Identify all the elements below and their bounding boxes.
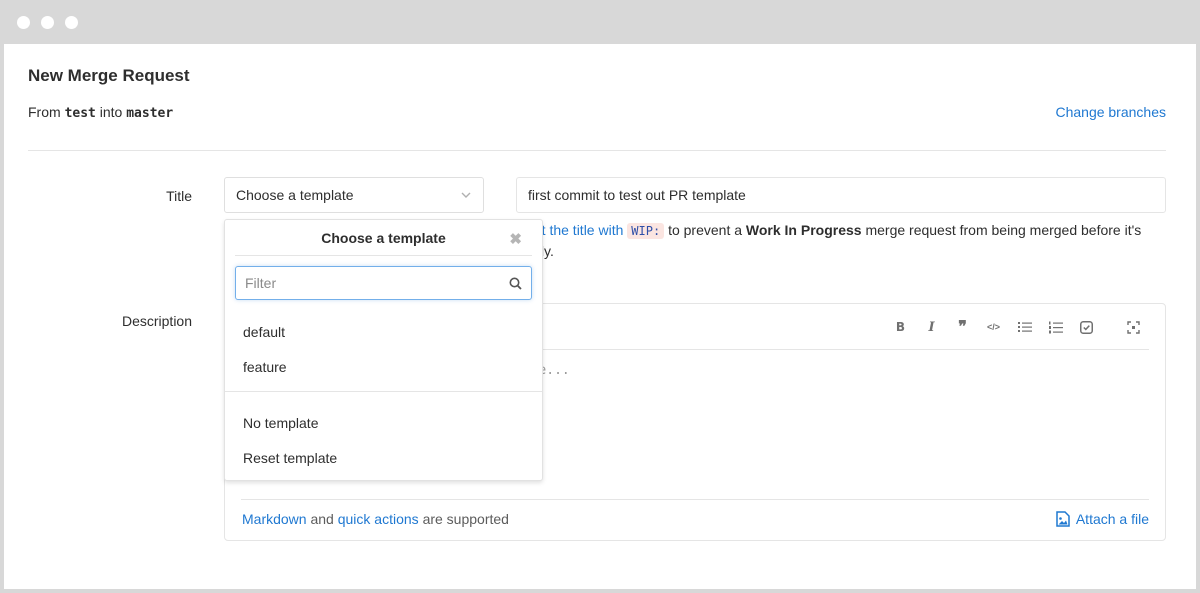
search-icon [509, 277, 522, 290]
close-icon[interactable]: ✖ [509, 230, 522, 248]
dropdown-separator [225, 391, 542, 392]
dropdown-header-divider [235, 255, 532, 256]
window-titlebar [0, 0, 1200, 44]
italic-icon[interactable]: I [916, 318, 947, 336]
template-select-value: Choose a template [236, 187, 354, 203]
file-image-icon [1056, 511, 1070, 527]
attach-file-label: Attach a file [1075, 511, 1149, 527]
and-text: and [310, 511, 334, 527]
bullet-list-icon[interactable] [1009, 318, 1040, 336]
quick-actions-link[interactable]: quick actions [338, 511, 419, 527]
change-branches-link[interactable]: Change branches [1055, 104, 1166, 120]
template-option-default[interactable]: default [225, 316, 542, 350]
footer-divider [241, 499, 1149, 500]
dropdown-title: Choose a template [321, 230, 446, 246]
markdown-toolbar: B I ❞ </> [885, 318, 1149, 336]
from-label: From [28, 104, 61, 120]
markdown-link[interactable]: Markdown [242, 511, 307, 527]
attach-file-button[interactable]: Attach a file [1056, 511, 1149, 527]
filter-input[interactable] [235, 266, 532, 300]
page-content: New Merge Request From test into master … [4, 44, 1196, 589]
no-template-option[interactable]: No template [225, 407, 542, 441]
target-branch: master [126, 106, 174, 121]
reset-template-option[interactable]: Reset template [225, 442, 542, 476]
window-close-dot[interactable] [17, 16, 30, 29]
source-branch: test [64, 106, 96, 121]
wip-hint: Start the title with WIP: to prevent a W… [516, 220, 1166, 261]
wip-code: WIP: [627, 223, 665, 239]
supported-text: are supported [422, 511, 509, 527]
fullscreen-icon[interactable] [1118, 318, 1149, 336]
title-input[interactable] [516, 177, 1166, 213]
quote-icon[interactable]: ❞ [947, 318, 978, 336]
page-title: New Merge Request [28, 66, 190, 85]
into-label: into [99, 104, 123, 120]
code-icon[interactable]: </> [978, 318, 1009, 336]
template-select[interactable]: Choose a template [224, 177, 484, 213]
window-maximize-dot[interactable] [65, 16, 78, 29]
chevron-down-icon [461, 192, 471, 198]
wip-hint-text: to prevent a [668, 222, 743, 238]
template-option-feature[interactable]: feature [225, 351, 542, 385]
wip-hint-bold: Work In Progress [745, 222, 862, 238]
branch-info: From test into master [28, 104, 173, 121]
title-label: Title [166, 188, 192, 204]
editor-footer: Markdown and quick actions are supported… [242, 511, 1149, 527]
template-dropdown-menu: Choose a template ✖ default feature No t… [224, 219, 543, 481]
window-minimize-dot[interactable] [41, 16, 54, 29]
header-divider [28, 150, 1166, 151]
task-list-icon[interactable] [1071, 318, 1102, 336]
bold-icon[interactable]: B [885, 318, 916, 336]
description-label: Description [121, 313, 192, 329]
numbered-list-icon[interactable] [1040, 318, 1071, 336]
